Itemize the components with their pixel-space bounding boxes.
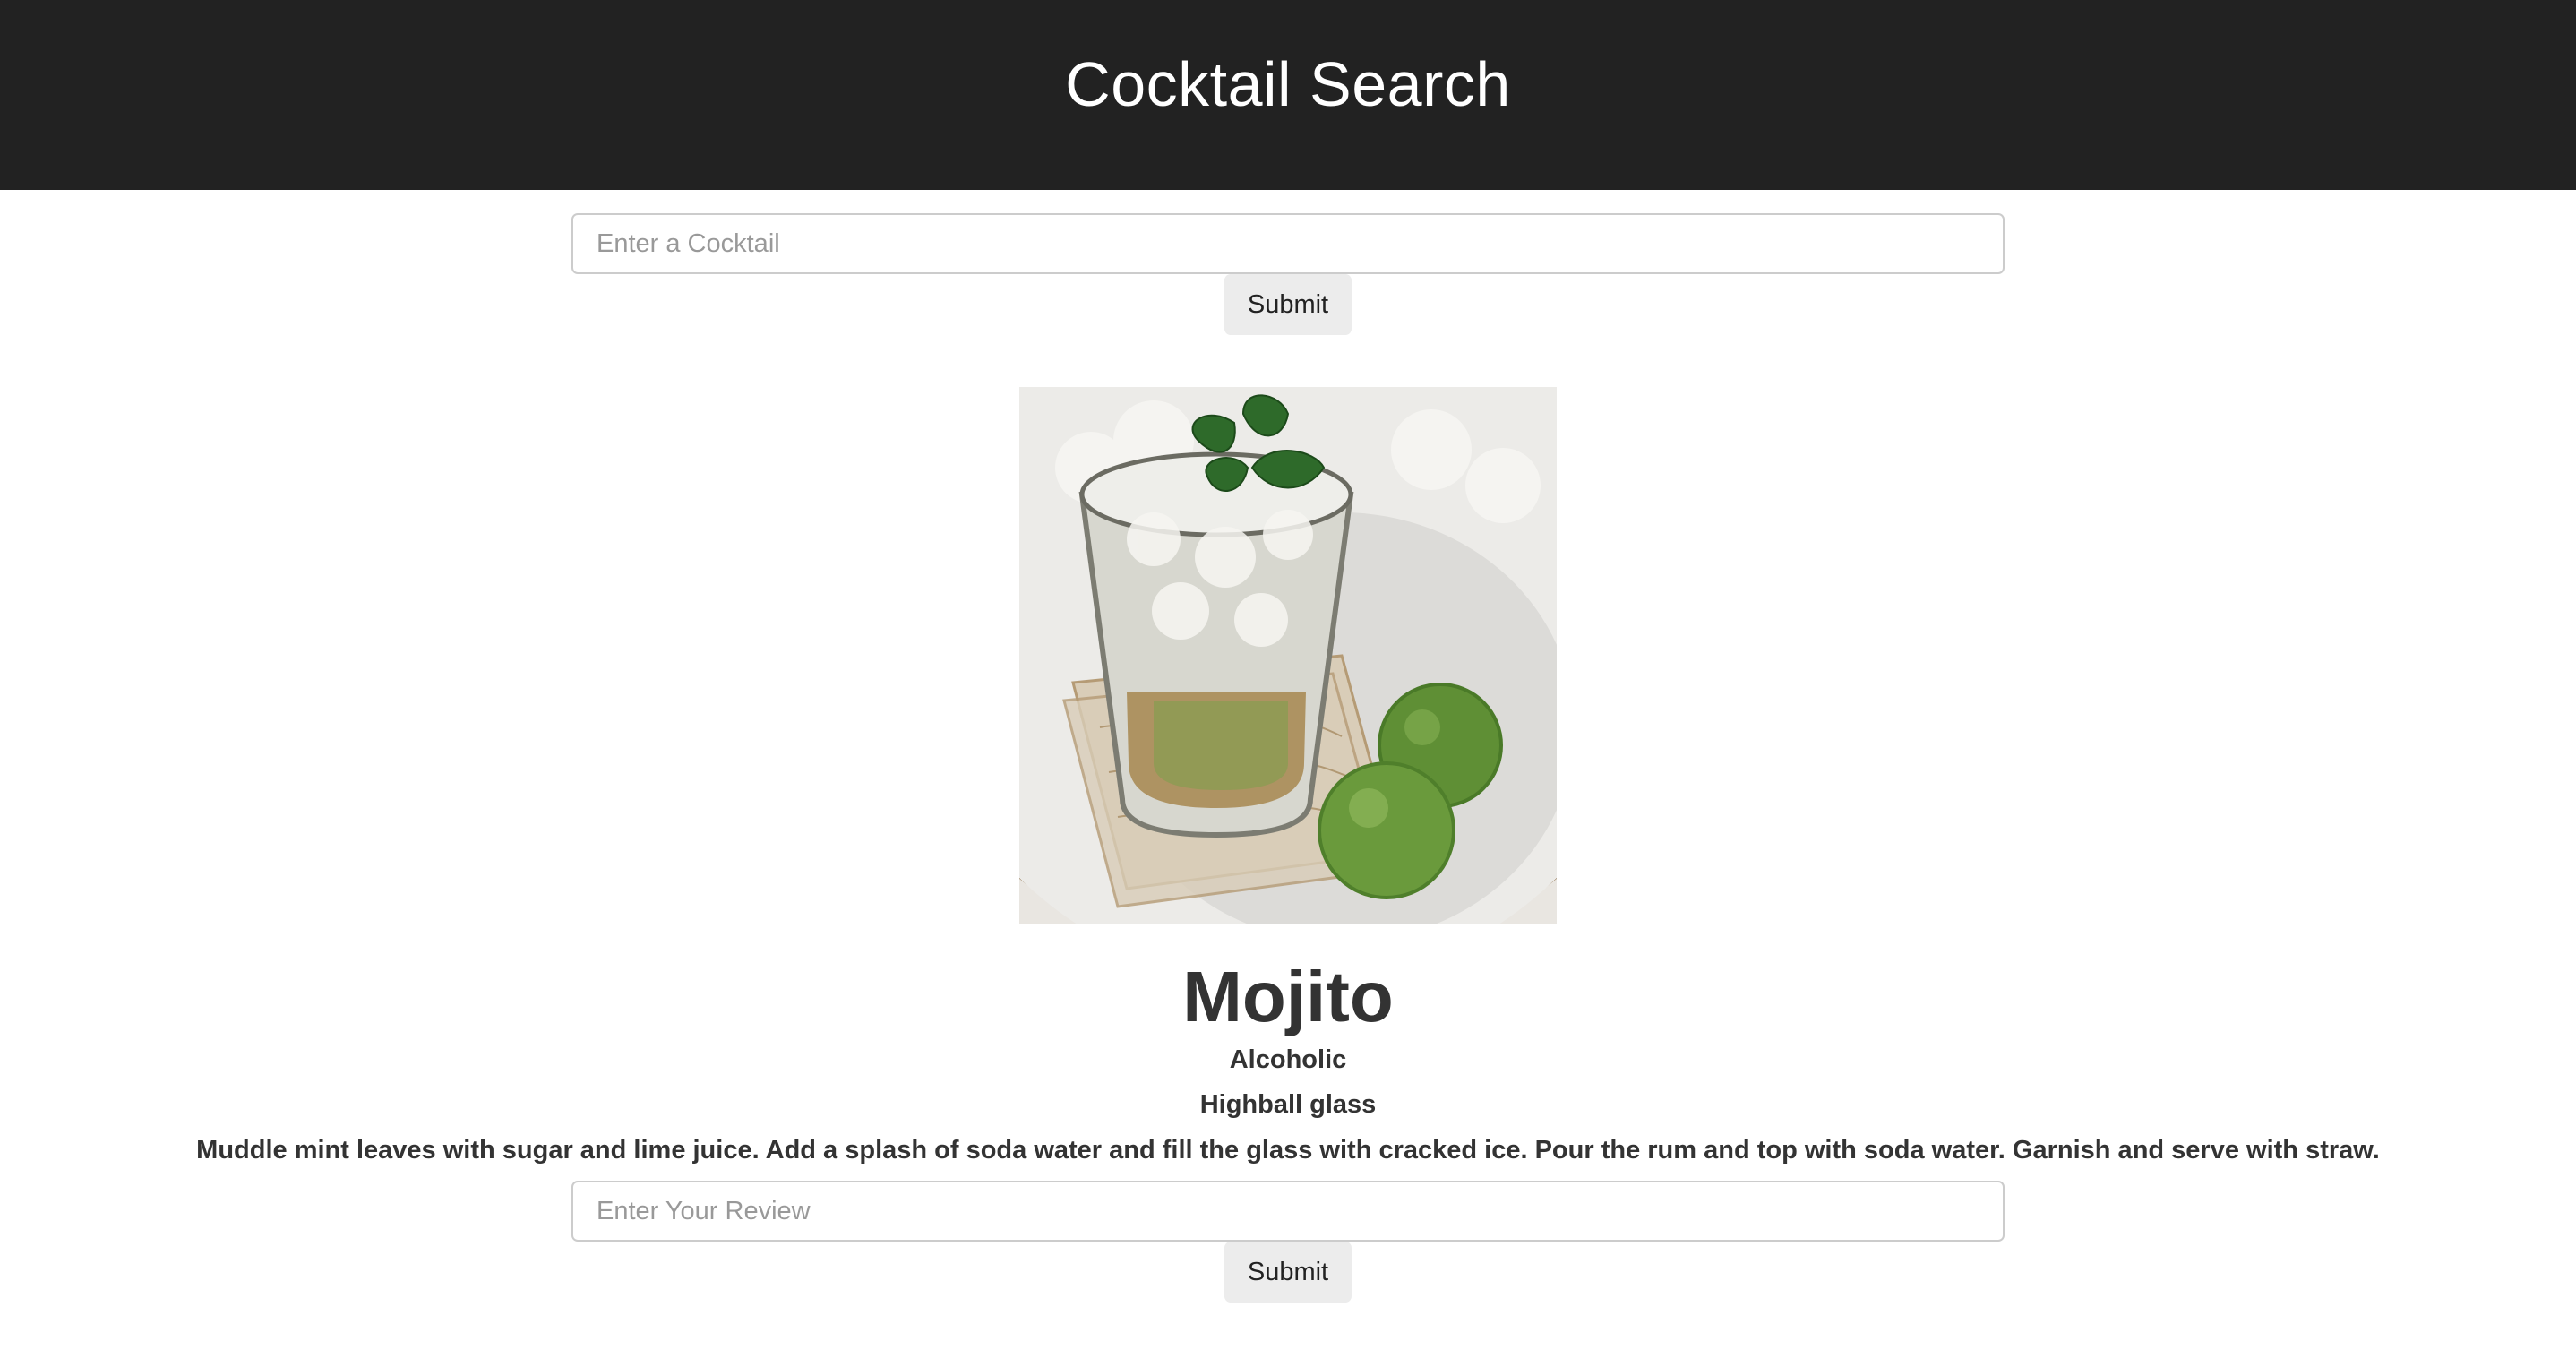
cocktail-photo — [1019, 387, 1557, 924]
cocktail-glass-label: Highball glass — [1199, 1090, 1377, 1119]
review-input[interactable] — [571, 1181, 2005, 1242]
page-header: Cocktail Search — [0, 0, 2576, 190]
search-submit-button[interactable]: Submit — [1224, 274, 1352, 335]
review-submit-button[interactable]: Submit — [1224, 1242, 1352, 1303]
cocktail-search-form: Submit — [0, 213, 2576, 335]
cocktail-result: Mojito Alcoholic Highball glass Muddle m… — [0, 387, 2576, 1303]
review-form: Submit — [0, 1181, 2576, 1303]
cocktail-search-input[interactable] — [571, 213, 2005, 274]
cocktail-instructions: Muddle mint leaves with sugar and lime j… — [196, 1136, 2380, 1165]
cocktail-name: Mojito — [1182, 957, 1394, 1036]
page-title: Cocktail Search — [1065, 49, 1511, 119]
cocktail-alcoholic-label: Alcoholic — [1229, 1045, 1347, 1074]
